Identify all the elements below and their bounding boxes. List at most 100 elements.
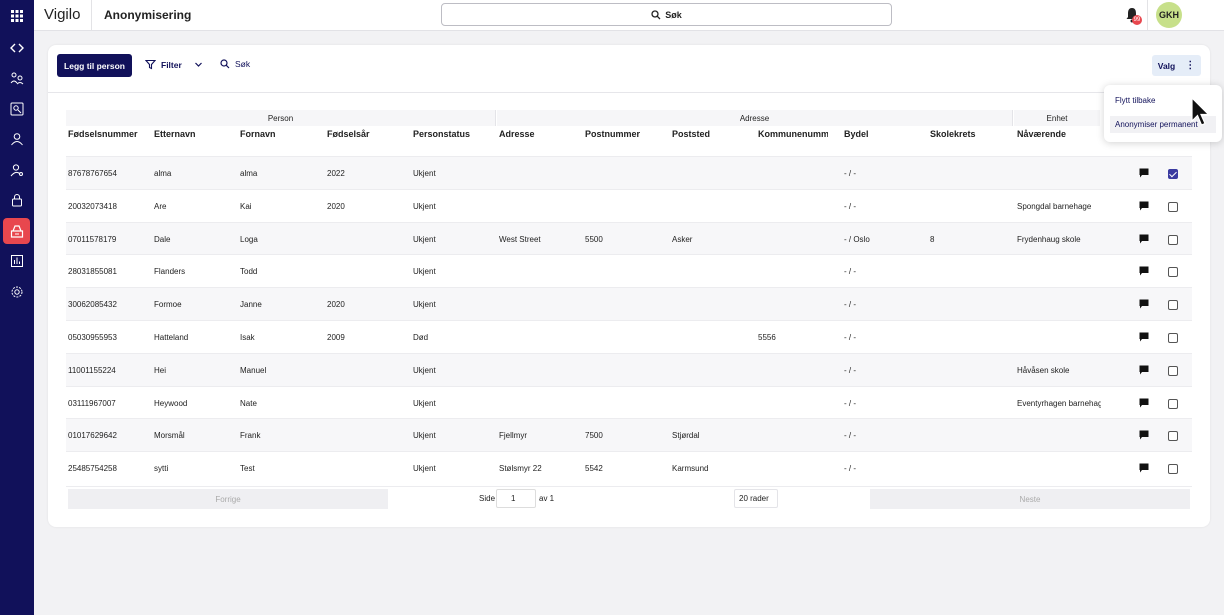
anonymize-icon[interactable] — [3, 218, 30, 244]
cell-fodselsar: 2020 — [327, 300, 345, 310]
cell-adresse: Fjellmyr — [499, 431, 527, 441]
cell-navaerende: Frydenhaug skole — [1017, 234, 1081, 244]
options-button[interactable]: Valg ⋮ — [1152, 55, 1201, 76]
comment-icon[interactable] — [1139, 234, 1149, 244]
cell-bydel: - / - — [844, 365, 856, 375]
table-row[interactable]: 11001155224 Hei Manuel Ukjent - / - Håvåsen s… — [66, 352, 1192, 386]
cell-bydel: - / - — [844, 169, 856, 178]
filter-button[interactable]: Filter — [145, 59, 208, 70]
comment-icon[interactable] — [1139, 168, 1149, 178]
row-checkbox[interactable] — [1168, 333, 1178, 343]
table-row[interactable]: 30062085432 Formoe Janne 2020 Ukjent - / - — [66, 287, 1192, 321]
previous-page-button[interactable]: Forrige — [68, 489, 388, 509]
lock-icon[interactable] — [0, 187, 34, 213]
table-row[interactable]: 07011578179 Dale Loga Ukjent West Street 5500… — [66, 221, 1192, 255]
column-header-navaerende[interactable]: Nåværende — [1017, 129, 1101, 139]
global-search-button[interactable]: Søk — [441, 3, 892, 26]
column-header-poststed[interactable]: Poststed — [672, 129, 756, 139]
next-page-button[interactable]: Neste — [870, 489, 1190, 509]
person-settings-icon[interactable] — [0, 157, 34, 183]
cell-skolekrets: 8 — [930, 234, 935, 244]
cell-personstatus: Ukjent — [413, 365, 436, 375]
cell-fornavn: Kai — [240, 201, 252, 211]
cell-fodselsnummer: 11001155224 — [68, 365, 116, 375]
table-row[interactable]: 05030955953 Hatteland Isak 2009 Død 5556 - / - — [66, 320, 1192, 353]
add-person-button[interactable]: Legg til person — [57, 54, 132, 77]
column-header-adresse[interactable]: Adresse — [499, 129, 583, 139]
group-header-enhet: Enhet — [1014, 110, 1100, 126]
page-title: Anonymisering — [104, 8, 192, 22]
divider — [1147, 0, 1148, 30]
people-network-icon[interactable] — [0, 65, 34, 91]
table-search-button[interactable]: Søk — [220, 59, 250, 69]
cell-bydel: - / - — [844, 333, 856, 342]
comment-icon[interactable] — [1139, 398, 1149, 408]
cell-personstatus: Ukjent — [413, 300, 436, 310]
row-checkbox[interactable] — [1168, 431, 1178, 442]
cell-adresse: West Street — [499, 234, 541, 244]
bar-chart-icon[interactable] — [0, 248, 34, 274]
table-row[interactable]: 03111967007 Heywood Nate Ukjent - / - Eventyr… — [66, 385, 1192, 419]
app-logo[interactable]: Vigilo — [44, 6, 80, 23]
row-checkbox[interactable] — [1168, 234, 1178, 245]
row-checkbox[interactable] — [1168, 169, 1178, 179]
chevron-down-icon — [194, 62, 202, 67]
comment-icon[interactable] — [1139, 332, 1149, 342]
person-icon[interactable] — [0, 126, 34, 152]
table-row[interactable]: 25485754258 sytti Test Ukjent Stølsmyr 22 554… — [66, 451, 1192, 484]
row-checkbox[interactable] — [1168, 398, 1178, 409]
cell-personstatus: Ukjent — [413, 234, 436, 244]
comment-icon[interactable] — [1139, 299, 1149, 309]
cell-fodselsar: 2009 — [327, 333, 345, 342]
cell-fodselsar: 2020 — [327, 201, 345, 211]
gear-icon[interactable] — [0, 279, 34, 305]
group-header-adresse: Adresse — [497, 110, 1013, 126]
table-row[interactable]: 28031855081 Flanders Todd Ukjent - / - — [66, 254, 1192, 287]
cell-adresse: Stølsmyr 22 — [499, 464, 542, 474]
cell-poststed: Asker — [672, 234, 693, 244]
cell-fodselsnummer: 05030955953 — [68, 333, 117, 342]
table-row[interactable]: 01017629642 Morsmål Frank Ukjent Fjellmyr 750… — [66, 418, 1192, 452]
comment-icon[interactable] — [1139, 266, 1149, 276]
column-header-bydel[interactable]: Bydel — [844, 129, 928, 139]
row-checkbox[interactable] — [1168, 365, 1178, 376]
column-header-kommunenummer[interactable]: Kommunenummer — [758, 129, 828, 139]
column-header-fodselsar[interactable]: Fødselsår — [327, 129, 411, 139]
row-checkbox[interactable] — [1168, 201, 1178, 212]
cell-personstatus: Ukjent — [413, 398, 436, 408]
group-header-person: Person — [66, 110, 496, 126]
column-header-skolekrets[interactable]: Skolekrets — [930, 129, 1014, 139]
collapse-toggle-icon[interactable] — [0, 35, 34, 61]
cell-postnummer: 5500 — [585, 234, 603, 244]
row-checkbox[interactable] — [1168, 300, 1178, 311]
column-header-personstatus[interactable]: Personstatus — [413, 129, 497, 139]
table-row[interactable]: 20032073418 Are Kai 2020 Ukjent - / - Spongdal… — [66, 188, 1192, 222]
cell-fodselsnummer: 07011578179 — [68, 234, 117, 244]
cell-fornavn: Frank — [240, 431, 261, 441]
page-label: Side — [479, 494, 496, 503]
column-header-fornavn[interactable]: Fornavn — [240, 129, 324, 139]
avatar[interactable]: GKH — [1156, 2, 1182, 28]
cell-fodselsnummer: 01017629642 — [68, 431, 117, 441]
cell-personstatus: Ukjent — [413, 201, 436, 211]
cell-personstatus: Død — [413, 333, 429, 342]
table-row[interactable]: 87678767654 alma alma 2022 Ukjent - / - — [66, 156, 1192, 189]
comment-icon[interactable] — [1139, 463, 1149, 473]
comment-icon[interactable] — [1139, 430, 1149, 440]
divider — [48, 92, 1210, 93]
cell-fornavn: Janne — [240, 300, 262, 310]
row-checkbox[interactable] — [1168, 464, 1178, 475]
table-search-label: Søk — [235, 59, 251, 69]
person-search-icon[interactable] — [0, 96, 34, 122]
column-header-etternavn[interactable]: Etternavn — [154, 129, 238, 139]
comment-icon[interactable] — [1139, 201, 1149, 211]
cell-poststed: Karmsund — [672, 464, 709, 474]
apps-grid-icon[interactable] — [0, 3, 34, 29]
rows-per-page-select[interactable]: 20 rader — [734, 489, 778, 508]
comment-icon[interactable] — [1139, 365, 1149, 375]
column-header-postnummer[interactable]: Postnummer — [585, 129, 669, 139]
row-checkbox[interactable] — [1168, 267, 1178, 278]
page-number-input[interactable]: 1 — [496, 489, 536, 508]
column-header-fodselsnummer[interactable]: Fødselsnummer — [68, 129, 152, 139]
cell-postnummer: 5542 — [585, 464, 603, 474]
